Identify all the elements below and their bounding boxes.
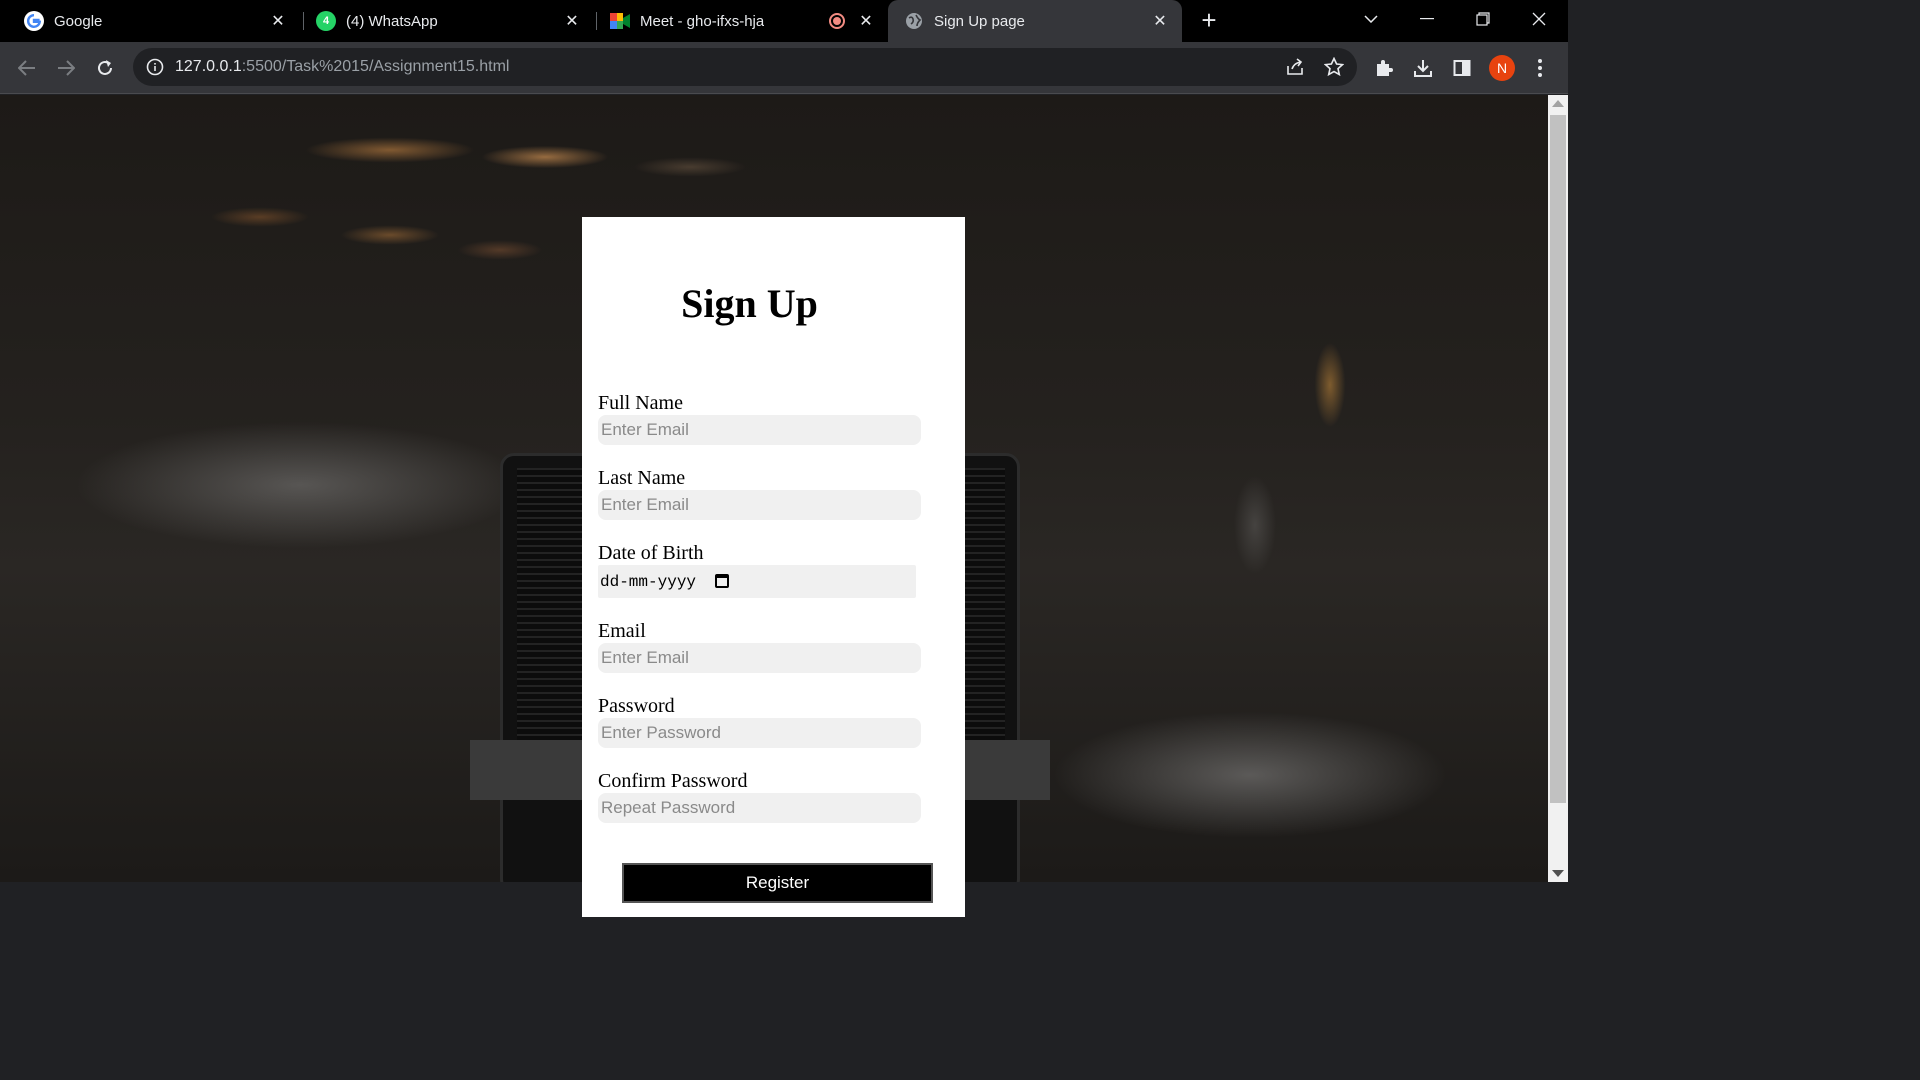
tab-strip: Google ✕ 4 (4) WhatsApp ✕ Meet - gho-ifx… <box>0 0 1568 42</box>
page-title: Sign Up <box>681 281 818 326</box>
tab-search-chevron-icon[interactable] <box>1356 6 1386 32</box>
meet-icon <box>610 11 630 31</box>
address-bar[interactable]: 127.0.0.1:5500/Task%2015/Assignment15.ht… <box>133 48 1357 86</box>
confirm-password-input[interactable] <box>598 793 921 823</box>
profile-avatar[interactable]: N <box>1489 55 1515 81</box>
menu-kebab-icon[interactable] <box>1528 56 1552 80</box>
bookmark-star-icon[interactable] <box>1323 56 1345 77</box>
back-icon[interactable] <box>13 54 41 82</box>
tab-whatsapp[interactable]: 4 (4) WhatsApp ✕ <box>292 0 594 42</box>
scroll-up-arrow-icon[interactable] <box>1552 100 1564 107</box>
recording-icon <box>829 13 845 29</box>
globe-icon <box>904 11 924 31</box>
tab-title: Google <box>54 12 103 30</box>
new-tab-button[interactable]: + <box>1196 7 1222 34</box>
scroll-down-arrow-icon[interactable] <box>1552 870 1564 877</box>
password-input[interactable] <box>598 718 921 748</box>
dob-placeholder: dd-mm-yyyy <box>600 573 697 591</box>
dob-input[interactable]: dd-mm-yyyy <box>598 565 916 598</box>
reload-icon[interactable] <box>91 54 119 82</box>
tab-title: (4) WhatsApp <box>346 12 438 30</box>
site-info-icon[interactable] <box>145 57 165 77</box>
close-tab-icon[interactable]: ✕ <box>562 11 582 31</box>
tab-sign-up[interactable]: Sign Up page ✕ <box>888 0 1182 42</box>
google-icon <box>24 11 44 31</box>
share-icon[interactable] <box>1285 57 1305 77</box>
forward-icon[interactable] <box>52 54 80 82</box>
url-path: :5500/Task%2015/Assignment15.html <box>241 58 510 75</box>
scrollbar-thumb[interactable] <box>1550 115 1566 803</box>
url-host: 127.0.0.1 <box>175 58 242 75</box>
signup-form: Sign Up Full Name Last Name Date of Birt… <box>582 217 965 917</box>
tab-title: Meet - gho-ifxs-hja <box>640 12 765 30</box>
close-tab-icon[interactable]: ✕ <box>1150 11 1170 31</box>
last-name-label: Last Name <box>598 467 686 489</box>
minimize-icon[interactable] <box>1412 6 1442 32</box>
download-icon[interactable] <box>1411 56 1435 80</box>
browser-toolbar: 127.0.0.1:5500/Task%2015/Assignment15.ht… <box>0 42 1568 94</box>
full-name-label: Full Name <box>598 392 683 414</box>
last-name-input[interactable] <box>598 490 921 520</box>
whatsapp-icon: 4 <box>316 11 336 31</box>
url-text[interactable]: 127.0.0.1:5500/Task%2015/Assignment15.ht… <box>175 58 509 76</box>
register-button[interactable]: Register <box>622 863 933 903</box>
dob-label: Date of Birth <box>598 542 704 564</box>
calendar-icon[interactable] <box>715 574 729 588</box>
close-tab-icon[interactable]: ✕ <box>856 11 876 31</box>
tab-meet[interactable]: Meet - gho-ifxs-hja ✕ <box>586 0 888 42</box>
extensions-icon[interactable] <box>1372 56 1396 80</box>
restore-icon[interactable] <box>1468 6 1498 32</box>
side-panel-icon[interactable] <box>1450 56 1474 80</box>
full-name-input[interactable] <box>598 415 921 445</box>
tab-title: Sign Up page <box>934 12 1025 30</box>
tab-google[interactable]: Google ✕ <box>0 0 300 42</box>
window-close-icon[interactable] <box>1524 6 1554 32</box>
close-tab-icon[interactable]: ✕ <box>268 11 288 31</box>
confirm-password-label: Confirm Password <box>598 770 748 792</box>
email-label: Email <box>598 620 646 642</box>
email-input[interactable] <box>598 643 921 673</box>
page-scrollbar[interactable] <box>1548 95 1568 882</box>
password-label: Password <box>598 695 675 717</box>
